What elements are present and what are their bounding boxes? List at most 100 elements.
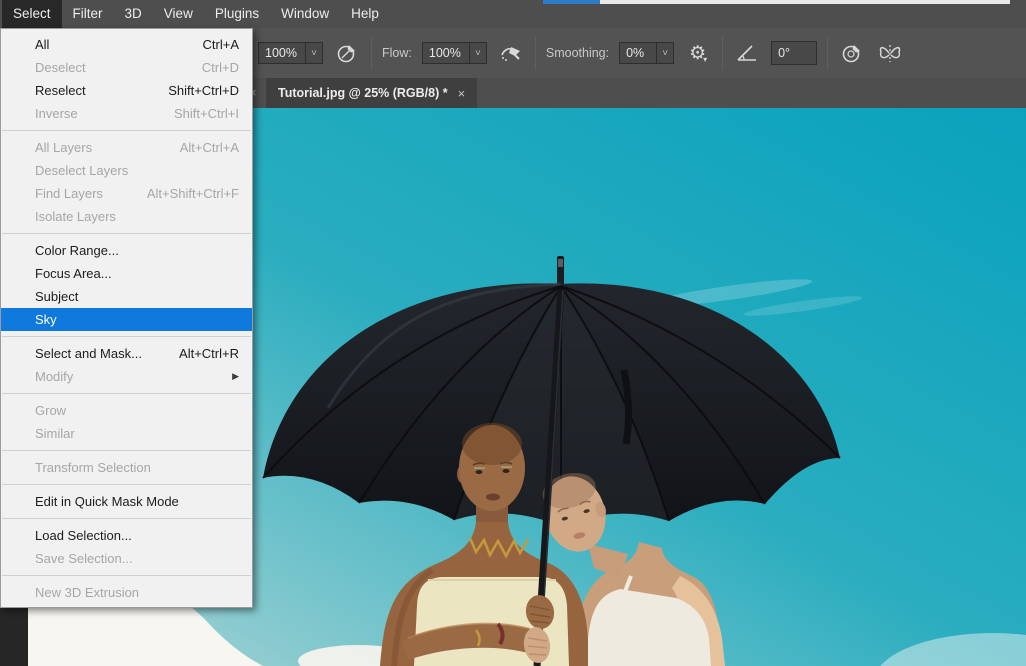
document-tab-title: Tutorial.jpg @ 25% (RGB/8) * xyxy=(278,86,448,100)
menu-separator xyxy=(2,484,251,485)
menu-item-subject[interactable]: Subject xyxy=(1,285,252,308)
brush-angle-control[interactable] xyxy=(733,39,761,67)
options-separator xyxy=(722,36,723,70)
options-separator xyxy=(535,36,536,70)
menu-item-save-selection[interactable]: Save Selection... xyxy=(1,547,252,570)
flow-input[interactable] xyxy=(423,43,469,63)
menu-item-shortcut: Shift+Ctrl+I xyxy=(174,102,239,125)
gear-caret-icon: ▾ xyxy=(703,55,707,64)
progress-strip-track xyxy=(600,0,1010,4)
menu-item-label: Focus Area... xyxy=(35,262,112,285)
menu-item-label: Select and Mask... xyxy=(35,342,142,365)
tab-close-icon[interactable]: × xyxy=(458,86,466,101)
menu-item-label: Similar xyxy=(35,422,75,445)
butterfly-symmetry-icon xyxy=(877,41,903,65)
menu-item-select-and-mask[interactable]: Select and Mask... Alt+Ctrl+R xyxy=(1,342,252,365)
menubar-item-window[interactable]: Window xyxy=(270,0,340,28)
menu-item-shortcut: Shift+Ctrl+D xyxy=(168,79,239,102)
size-pressure-button[interactable] xyxy=(838,39,866,67)
menu-separator xyxy=(2,393,251,394)
menubar: Select Filter 3D View Plugins Window Hel… xyxy=(0,0,1026,28)
menu-item-label: Reselect xyxy=(35,79,86,102)
select-menu: All Ctrl+A Deselect Ctrl+D Reselect Shif… xyxy=(0,28,253,608)
pressure-pen-icon xyxy=(840,41,864,65)
options-separator xyxy=(371,36,372,70)
menu-item-shortcut: Alt+Ctrl+A xyxy=(180,136,239,159)
menu-item-label: Deselect xyxy=(35,56,86,79)
menu-item-all[interactable]: All Ctrl+A xyxy=(1,33,252,56)
menu-item-label: Find Layers xyxy=(35,182,103,205)
paint-symmetry-button[interactable] xyxy=(876,39,904,67)
menu-item-focus-area[interactable]: Focus Area... xyxy=(1,262,252,285)
menu-item-shortcut: Ctrl+D xyxy=(202,56,239,79)
menu-item-grow[interactable]: Grow xyxy=(1,399,252,422)
opacity-dropdown-chevron-icon[interactable]: ˅ xyxy=(305,43,322,63)
menu-item-label: Inverse xyxy=(35,102,78,125)
menu-separator xyxy=(2,130,251,131)
menu-item-deselect-layers[interactable]: Deselect Layers xyxy=(1,159,252,182)
menu-item-isolate-layers[interactable]: Isolate Layers xyxy=(1,205,252,228)
angle-input[interactable] xyxy=(772,42,816,64)
menu-item-label: All Layers xyxy=(35,136,92,159)
menu-item-new-3d-extrusion[interactable]: New 3D Extrusion xyxy=(1,581,252,604)
menu-item-label: Transform Selection xyxy=(35,456,151,479)
smoothing-input[interactable] xyxy=(620,43,656,63)
airbrush-button[interactable] xyxy=(497,39,525,67)
menu-item-modify[interactable]: Modify ▶ xyxy=(1,365,252,388)
menubar-item-plugins[interactable]: Plugins xyxy=(204,0,270,28)
menu-separator xyxy=(2,336,251,337)
menu-item-all-layers[interactable]: All Layers Alt+Ctrl+A xyxy=(1,136,252,159)
menu-item-label: Save Selection... xyxy=(35,547,133,570)
flow-label: Flow: xyxy=(382,46,412,60)
menu-item-shortcut: Alt+Ctrl+R xyxy=(179,342,239,365)
menubar-item-filter[interactable]: Filter xyxy=(62,0,114,28)
opacity-field-group: ˅ xyxy=(258,42,323,64)
angle-icon xyxy=(735,42,759,64)
smoothing-options-button[interactable]: ⚙ ▾ xyxy=(684,39,712,67)
smoothing-field-group: ˅ xyxy=(619,42,674,64)
opacity-pressure-button[interactable] xyxy=(333,39,361,67)
smoothing-dropdown-chevron-icon[interactable]: ˅ xyxy=(656,43,673,63)
menu-item-shortcut: Ctrl+A xyxy=(203,33,239,56)
flow-field-group: ˅ xyxy=(422,42,487,64)
menubar-item-select[interactable]: Select xyxy=(2,0,62,28)
menu-item-label: New 3D Extrusion xyxy=(35,581,139,604)
smoothing-label: Smoothing: xyxy=(546,46,609,60)
pressure-pen-icon xyxy=(335,41,359,65)
angle-field-group xyxy=(771,41,817,65)
document-tab[interactable]: Tutorial.jpg @ 25% (RGB/8) * × xyxy=(266,78,477,108)
menu-item-label: Isolate Layers xyxy=(35,205,116,228)
menu-separator xyxy=(2,233,251,234)
menu-item-load-selection[interactable]: Load Selection... xyxy=(1,524,252,547)
menu-item-label: Sky xyxy=(35,308,57,331)
progress-strip-filled xyxy=(543,0,600,4)
menu-item-label: Color Range... xyxy=(35,239,119,262)
options-separator xyxy=(827,36,828,70)
menu-item-sky[interactable]: Sky xyxy=(1,308,252,331)
opacity-input[interactable] xyxy=(259,43,305,63)
menu-item-edit-in-quick-mask-mode[interactable]: Edit in Quick Mask Mode xyxy=(1,490,252,513)
menu-item-deselect[interactable]: Deselect Ctrl+D xyxy=(1,56,252,79)
airbrush-icon xyxy=(498,41,524,65)
menu-item-label: Load Selection... xyxy=(35,524,132,547)
menu-separator xyxy=(2,450,251,451)
menu-item-inverse[interactable]: Inverse Shift+Ctrl+I xyxy=(1,102,252,125)
menu-item-label: All xyxy=(35,33,49,56)
menu-separator xyxy=(2,518,251,519)
menu-item-similar[interactable]: Similar xyxy=(1,422,252,445)
menubar-item-3d[interactable]: 3D xyxy=(114,0,153,28)
menu-item-label: Subject xyxy=(35,285,78,308)
menu-item-transform-selection[interactable]: Transform Selection xyxy=(1,456,252,479)
photoshop-window: Select Filter 3D View Plugins Window Hel… xyxy=(0,0,1026,666)
menubar-item-view[interactable]: View xyxy=(153,0,204,28)
menubar-item-help[interactable]: Help xyxy=(340,0,390,28)
flow-dropdown-chevron-icon[interactable]: ˅ xyxy=(469,43,486,63)
menu-item-label: Modify xyxy=(35,365,73,388)
menu-item-label: Grow xyxy=(35,399,66,422)
menu-item-reselect[interactable]: Reselect Shift+Ctrl+D xyxy=(1,79,252,102)
menu-separator xyxy=(2,575,251,576)
menu-item-color-range[interactable]: Color Range... xyxy=(1,239,252,262)
menu-item-find-layers[interactable]: Find Layers Alt+Shift+Ctrl+F xyxy=(1,182,252,205)
menu-item-label: Deselect Layers xyxy=(35,159,128,182)
submenu-arrow-icon: ▶ xyxy=(232,365,239,388)
